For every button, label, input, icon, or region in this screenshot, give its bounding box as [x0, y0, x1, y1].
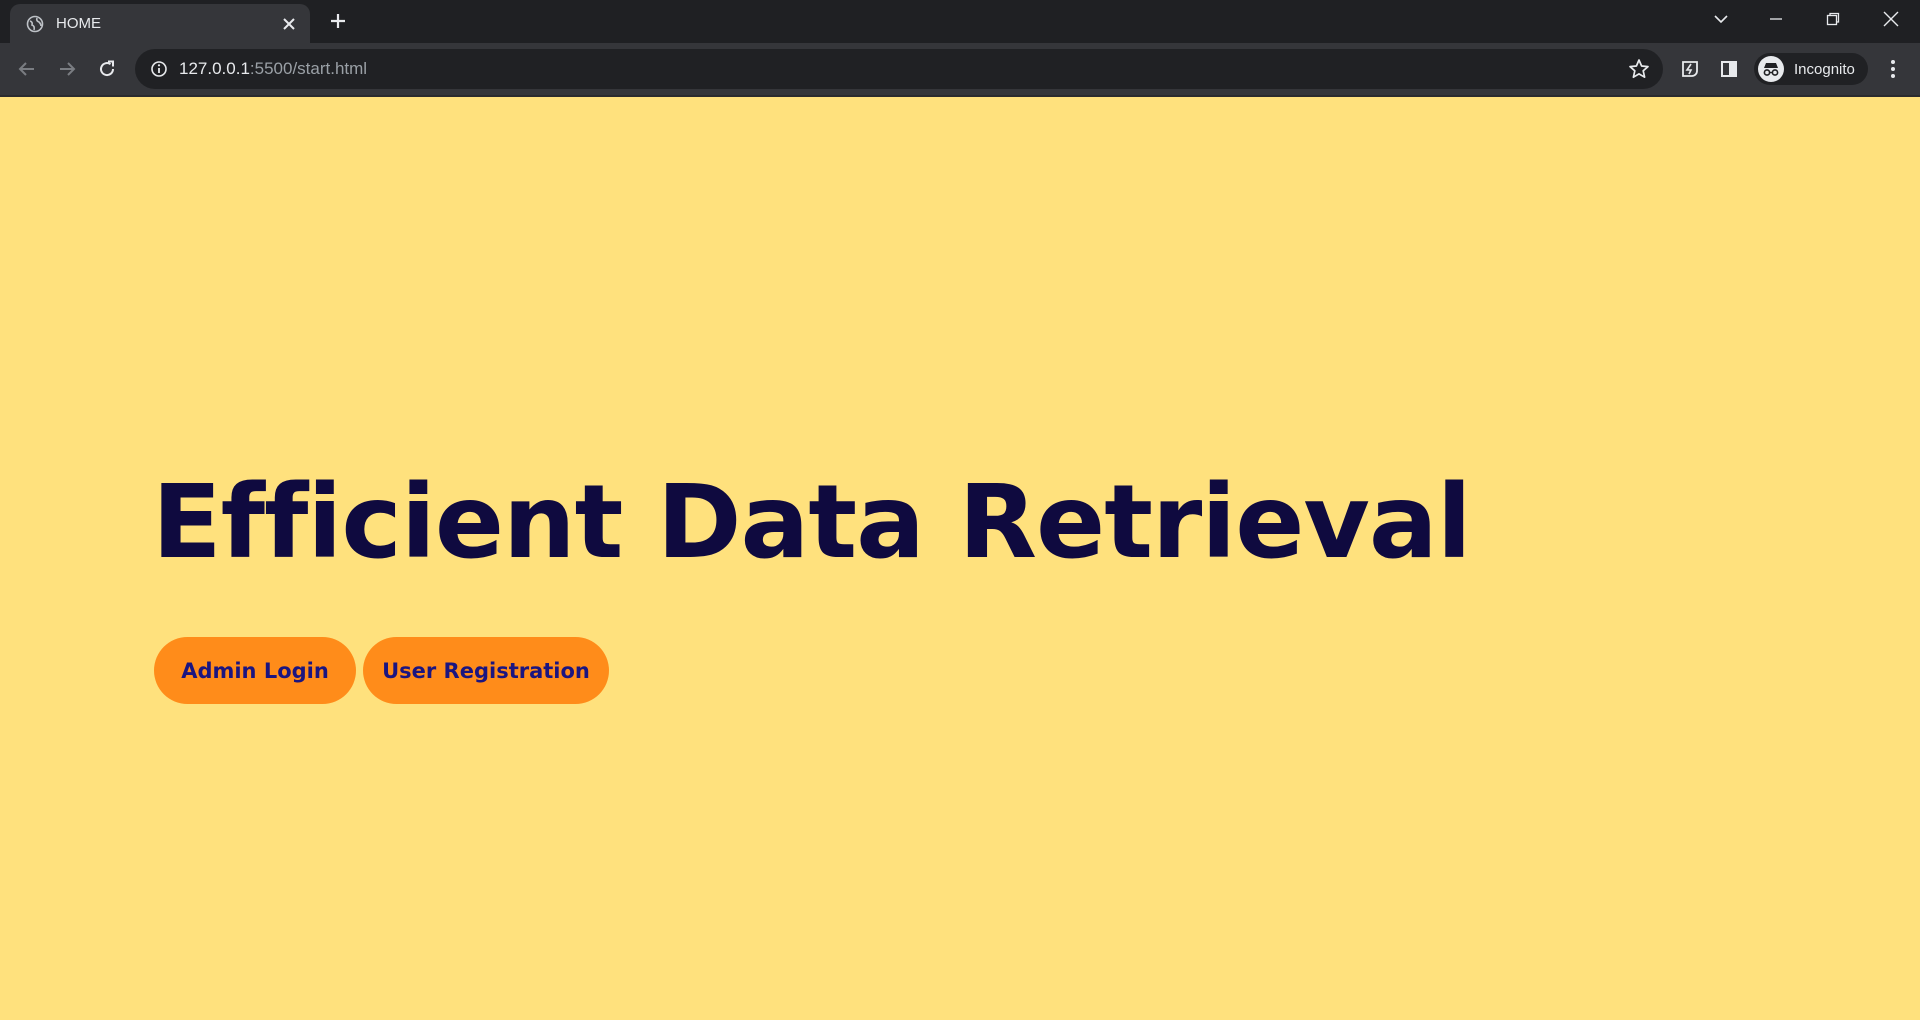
- forward-arrow-icon[interactable]: [50, 52, 84, 86]
- tab-title: HOME: [56, 15, 101, 32]
- incognito-icon: [1758, 56, 1784, 82]
- url-path: :5500/start.html: [249, 59, 368, 78]
- back-arrow-icon[interactable]: [10, 52, 44, 86]
- admin-login-button[interactable]: Admin Login: [154, 637, 356, 704]
- reload-icon[interactable]: [90, 52, 124, 86]
- globe-icon: [26, 15, 44, 33]
- browser-titlebar: HOME: [0, 0, 1920, 43]
- more-options-icon[interactable]: [1876, 52, 1910, 86]
- page-title: Efficient Data Retrieval: [152, 463, 1472, 582]
- incognito-label: Incognito: [1794, 60, 1855, 78]
- browser-toolbar: 127.0.0.1:5500/start.html Incognito: [0, 43, 1920, 95]
- address-bar[interactable]: 127.0.0.1:5500/start.html: [135, 49, 1663, 89]
- restore-icon[interactable]: [1804, 0, 1862, 38]
- minimize-icon[interactable]: [1747, 0, 1805, 38]
- url-host: 127.0.0.1: [179, 59, 250, 78]
- extension-icon[interactable]: [1673, 52, 1707, 86]
- side-panel-icon[interactable]: [1712, 52, 1746, 86]
- user-registration-button[interactable]: User Registration: [363, 637, 609, 704]
- close-window-icon[interactable]: [1862, 0, 1920, 38]
- bookmark-star-icon[interactable]: [1627, 57, 1651, 81]
- close-tab-icon[interactable]: [274, 9, 304, 39]
- incognito-profile-button[interactable]: Incognito: [1754, 53, 1868, 85]
- site-info-icon[interactable]: [149, 59, 169, 79]
- new-tab-icon[interactable]: [323, 6, 353, 36]
- browser-tab[interactable]: HOME: [10, 4, 310, 43]
- action-buttons: Admin Login User Registration: [154, 637, 609, 704]
- page-content: Efficient Data Retrieval Admin Login Use…: [0, 97, 1920, 1020]
- tab-search-chevron-icon[interactable]: [1692, 0, 1750, 38]
